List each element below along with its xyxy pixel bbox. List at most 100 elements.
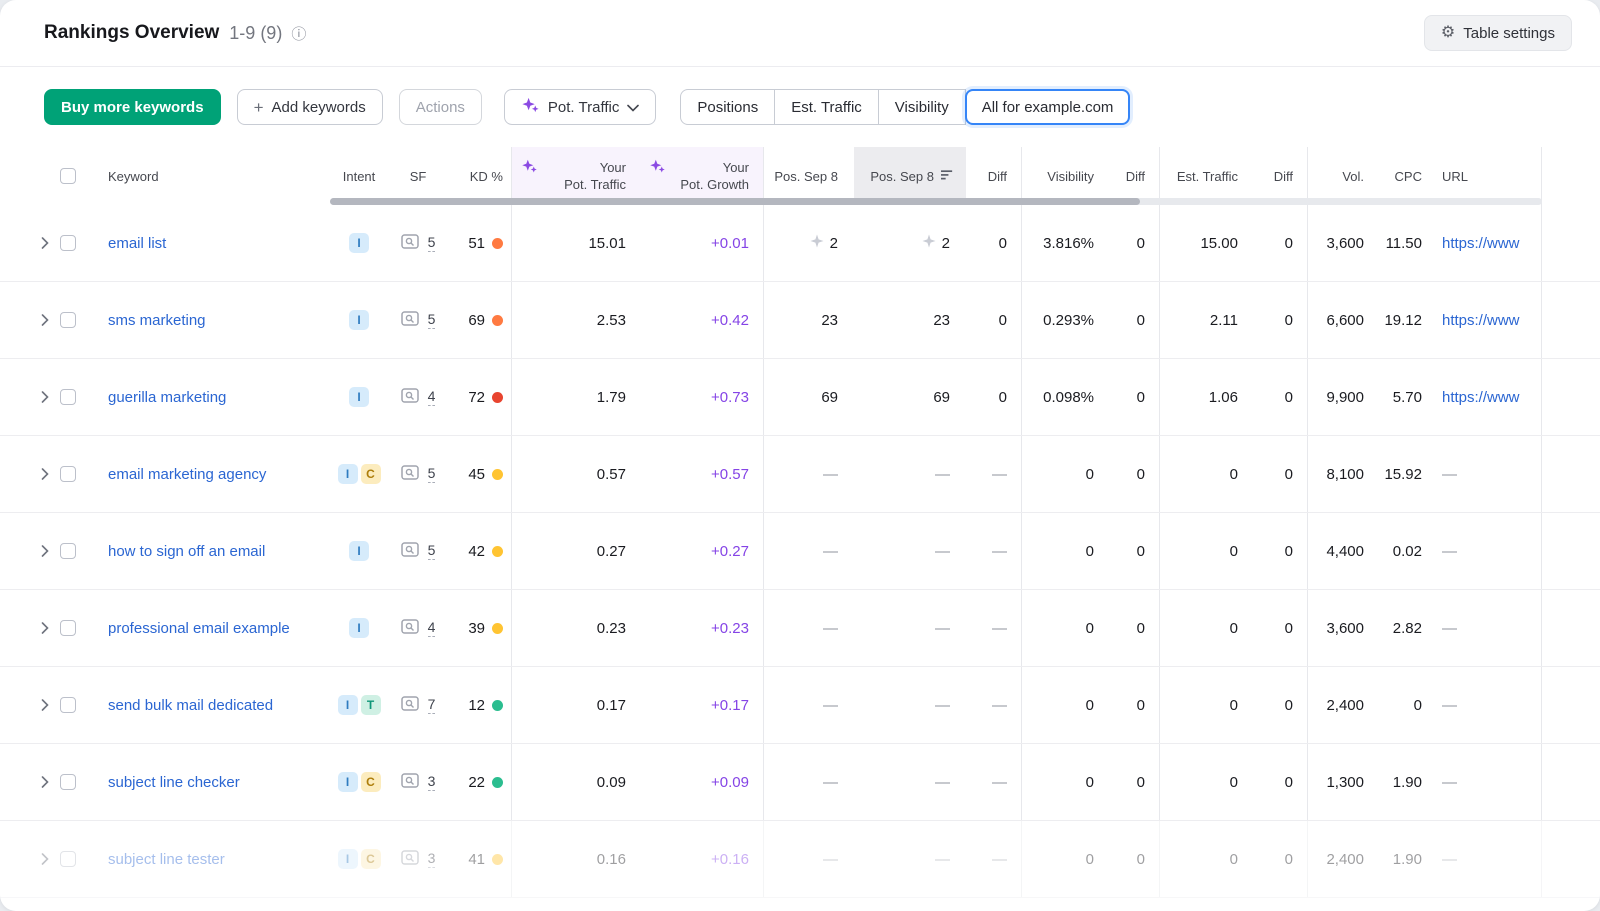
result-url-link[interactable]: https://www — [1442, 389, 1520, 406]
result-url-link[interactable]: — — [1442, 774, 1457, 791]
row-checkbox[interactable] — [60, 543, 76, 559]
visibility-diff-cell: 0 — [1108, 359, 1160, 435]
intent-cell: I — [330, 359, 388, 435]
keyword-link[interactable]: sms marketing — [108, 310, 206, 331]
serp-features-count[interactable]: 4 — [428, 619, 436, 637]
visibility-cell: 0 — [1022, 590, 1108, 666]
intent-badge-i[interactable]: I — [349, 387, 369, 407]
pot-traffic-cell: 0.17 — [512, 667, 640, 743]
visibility-diff-value: 0 — [1137, 851, 1145, 868]
intent-badge-i[interactable]: I — [349, 233, 369, 253]
serp-features-count[interactable]: 3 — [428, 773, 436, 791]
intent-badge-t[interactable]: T — [361, 695, 381, 715]
url-cell: — — [1430, 821, 1542, 897]
volume-value: 9,900 — [1326, 389, 1364, 406]
intent-badge-i[interactable]: I — [338, 464, 358, 484]
pot-traffic-cell: 0.16 — [512, 821, 640, 897]
row-checkbox[interactable] — [60, 851, 76, 867]
view-toggle-positions[interactable]: Positions — [680, 89, 775, 125]
pot-growth-cell: +0.01 — [640, 205, 764, 281]
keyword-link[interactable]: email marketing agency — [108, 464, 266, 485]
serp-features-count[interactable]: 5 — [428, 542, 436, 560]
table-row: email marketing agency IC 5 45 0.57 +0.5… — [0, 436, 1600, 513]
intent-badge-i[interactable]: I — [338, 695, 358, 715]
pot-traffic-value: 0.57 — [597, 466, 626, 483]
intent-badge-i[interactable]: I — [338, 849, 358, 869]
result-url-link[interactable]: — — [1442, 620, 1457, 637]
row-expander-chevron-icon[interactable] — [37, 464, 53, 484]
row-checkbox[interactable] — [60, 466, 76, 482]
keyword-link[interactable]: how to sign off an email — [108, 541, 265, 562]
row-expander-chevron-icon[interactable] — [37, 233, 53, 253]
intent-badge-c[interactable]: C — [361, 464, 381, 484]
volume-value: 3,600 — [1326, 235, 1364, 252]
horizontal-scrollbar-thumb[interactable] — [330, 198, 1140, 205]
select-all-checkbox[interactable] — [60, 168, 76, 184]
position-b-cell: — — [854, 436, 966, 512]
serp-features-count[interactable]: 5 — [428, 311, 436, 329]
view-toggle-all-domain[interactable]: All for example.com — [965, 89, 1131, 125]
buy-more-keywords-button[interactable]: Buy more keywords — [44, 89, 221, 125]
row-checkbox[interactable] — [60, 235, 76, 251]
kd-difficulty-dot — [492, 469, 503, 480]
intent-badge-c[interactable]: C — [361, 849, 381, 869]
col-header-pos-sep8-b-sorted[interactable]: Pos. Sep 8 — [854, 147, 966, 205]
row-checkbox[interactable] — [60, 312, 76, 328]
row-checkbox[interactable] — [60, 774, 76, 790]
serp-features-count[interactable]: 4 — [428, 388, 436, 406]
position-b-cell: 2 — [854, 205, 966, 281]
ai-sparkle-icon — [521, 158, 538, 178]
view-toggle-est-traffic[interactable]: Est. Traffic — [774, 89, 879, 125]
serp-feature-position-icon — [922, 234, 936, 252]
row-checkbox[interactable] — [60, 620, 76, 636]
row-checkbox[interactable] — [60, 389, 76, 405]
horizontal-scrollbar[interactable] — [330, 198, 1542, 205]
serp-features-count[interactable]: 5 — [428, 465, 436, 483]
row-checkbox[interactable] — [60, 697, 76, 713]
intent-badge-i[interactable]: I — [349, 310, 369, 330]
add-keywords-button[interactable]: + Add keywords — [237, 89, 383, 125]
info-icon[interactable]: ⓘ — [291, 23, 306, 44]
visibility-cell: 3.816% — [1022, 205, 1108, 281]
metric-selector-dropdown[interactable]: Pot. Traffic — [504, 89, 656, 125]
serp-features-count[interactable]: 7 — [428, 696, 436, 714]
row-expander-chevron-icon[interactable] — [37, 310, 53, 330]
intent-badge-i[interactable]: I — [338, 772, 358, 792]
serp-features-count[interactable]: 5 — [428, 234, 436, 252]
keyword-link[interactable]: subject line tester — [108, 849, 225, 870]
pot-growth-cell: +0.09 — [640, 744, 764, 820]
serp-features-count[interactable]: 3 — [428, 850, 436, 868]
result-url-link[interactable]: — — [1442, 466, 1457, 483]
row-expander-chevron-icon[interactable] — [37, 618, 53, 638]
intent-badge-i[interactable]: I — [349, 618, 369, 638]
intent-badge-i[interactable]: I — [349, 541, 369, 561]
keyword-link[interactable]: professional email example — [108, 618, 290, 639]
url-cell: — — [1430, 436, 1542, 512]
result-url-link[interactable]: https://www — [1442, 312, 1520, 329]
intent-badge-c[interactable]: C — [361, 772, 381, 792]
view-toggle-group: Positions Est. Traffic Visibility All fo… — [680, 89, 1130, 125]
position-diff-value: — — [992, 620, 1007, 637]
row-expander-chevron-icon[interactable] — [37, 772, 53, 792]
row-expander-chevron-icon[interactable] — [37, 695, 53, 715]
keyword-link[interactable]: email list — [108, 233, 166, 254]
row-expander-chevron-icon[interactable] — [37, 849, 53, 869]
result-url-link[interactable]: https://www — [1442, 235, 1520, 252]
serp-features-cell: 5 — [388, 282, 448, 358]
kd-difficulty-dot — [492, 546, 503, 557]
pot-growth-cell: +0.16 — [640, 821, 764, 897]
actions-button[interactable]: Actions — [399, 89, 482, 125]
result-url-link[interactable]: — — [1442, 543, 1457, 560]
result-url-link[interactable]: — — [1442, 851, 1457, 868]
row-expander-chevron-icon[interactable] — [37, 387, 53, 407]
keyword-link[interactable]: send bulk mail dedicated — [108, 695, 273, 716]
position-a-value: — — [823, 620, 838, 637]
table-settings-button[interactable]: ⚙ Table settings — [1424, 15, 1572, 51]
keyword-link[interactable]: guerilla marketing — [108, 387, 226, 408]
pot-traffic-value: 0.27 — [597, 543, 626, 560]
keyword-cell: subject line tester — [82, 821, 330, 897]
keyword-link[interactable]: subject line checker — [108, 772, 240, 793]
result-url-link[interactable]: — — [1442, 697, 1457, 714]
row-expander-chevron-icon[interactable] — [37, 541, 53, 561]
view-toggle-visibility[interactable]: Visibility — [878, 89, 966, 125]
